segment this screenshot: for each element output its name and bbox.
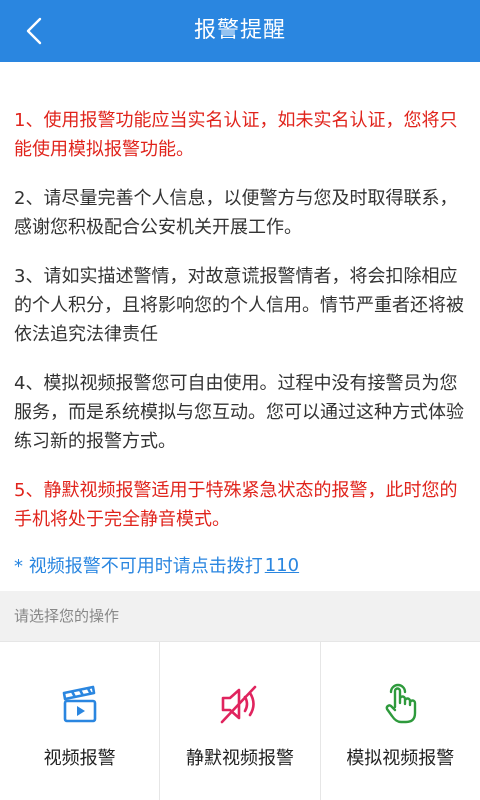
action-grid: 视频报警 静默视频报警 模拟视频报警	[0, 641, 480, 800]
video-camera-icon	[58, 682, 102, 726]
hotline-number-link[interactable]: 110	[265, 555, 299, 576]
simulated-video-alarm-button[interactable]: 模拟视频报警	[321, 642, 480, 800]
silent-video-alarm-button[interactable]: 静默视频报警	[160, 642, 321, 800]
notice-item-2: 2、请尽量完善个人信息，以便警方与您及时取得联系，感谢您积极配合公安机关开展工作…	[14, 188, 458, 238]
hotline-text: * 视频报警不可用时请点击拨打	[14, 556, 263, 577]
hotline-tip: * 视频报警不可用时请点击拨打 110	[14, 552, 299, 578]
page-title: 报警提醒	[193, 18, 286, 43]
simulated-video-alarm-label: 模拟视频报警	[346, 748, 455, 769]
notice-item-3: 3、请如实描述警情，对故意谎报警情者，将会扣除相应的个人积分，且将影响您的个人信…	[14, 266, 464, 345]
notice-item-5: 5、静默视频报警适用于特殊紧急状态的报警，此时您的手机将处于完全静音模式。	[14, 480, 458, 530]
silent-video-alarm-label: 静默视频报警	[185, 748, 294, 769]
back-button[interactable]	[14, 11, 54, 51]
video-alarm-button[interactable]: 视频报警	[0, 642, 161, 800]
notice-list: 1、使用报警功能应当实名认证，如未实名认证，您将只能使用模拟报警功能。 2、请尽…	[14, 106, 470, 554]
speaker-mute-icon	[218, 682, 262, 726]
section-header: 请选择您的操作	[0, 591, 480, 641]
notice-item-4: 4、模拟视频报警您可自由使用。过程中没有接警员为您服务，而是系统模拟与您互动。您…	[14, 373, 464, 452]
chevron-left-icon	[26, 17, 42, 45]
notice-item-1: 1、使用报警功能应当实名认证，如未实名认证，您将只能使用模拟报警功能。	[14, 110, 458, 160]
video-alarm-label: 视频报警	[43, 748, 116, 769]
hand-tap-icon	[378, 682, 422, 726]
top-bar: 报警提醒	[0, 0, 480, 62]
